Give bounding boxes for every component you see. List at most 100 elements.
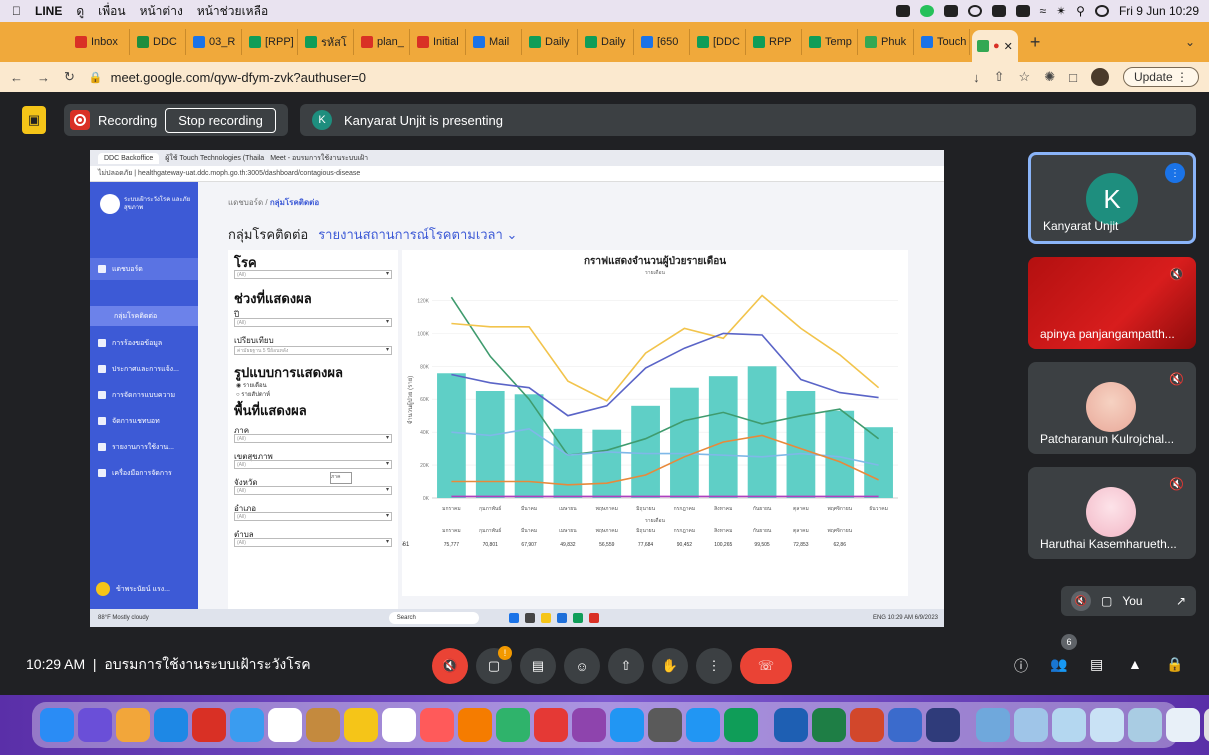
dock-app-icon[interactable] [116,708,150,742]
dock-app-icon[interactable] [154,708,188,742]
browser-tab[interactable]: [DDC [692,29,746,55]
notion-icon[interactable] [991,5,1006,17]
record-status-icon[interactable] [895,5,910,17]
menubar-app-name[interactable]: LINE [35,4,62,18]
lock-icon[interactable]: 🔒 [89,71,103,84]
expand-icon[interactable]: ↗ [1176,594,1186,608]
taskbar-tray[interactable]: ENG 10:29 AM 6/9/2023 [873,615,938,621]
chrome-icon[interactable] [572,613,583,623]
update-button[interactable]: Update ⋮ [1122,67,1199,87]
search-icon[interactable]: ⚲ [1076,4,1085,18]
self-view-bar[interactable]: 🔇 ▢ You ↗ [1061,586,1196,616]
dock-app-icon[interactable] [458,708,492,742]
new-tab-button[interactable]: + [1030,32,1041,53]
menubar-menu-window[interactable]: หน้าต่าง [140,2,183,21]
dock-app-icon[interactable] [344,708,378,742]
dock-app-icon[interactable] [1128,708,1162,742]
tab-close-icon[interactable]: ✕ [1004,40,1013,53]
browser-tab[interactable]: Daily [524,29,578,55]
sidebar-item-announce[interactable]: ประกาศและการแจ้ง... [90,358,198,380]
sidebar-item-request[interactable]: การร้องขอข้อมูล [90,332,198,354]
present-icon[interactable]: ▣ [22,106,46,134]
explorer-icon[interactable] [508,613,519,623]
format-radio-weekly[interactable]: ○ รายสัปดาห์ [236,389,270,399]
participant-tile-patcharanun[interactable]: 🔇 Patcharanun Kulrojchal... [1028,362,1196,454]
browser-tab[interactable]: DDC [132,29,186,55]
sidebar-item-tools[interactable]: เครื่องมือการจัดการ [90,462,198,484]
region-select[interactable]: (All) [234,434,392,443]
sidebar-item-usage[interactable]: รายงานการใช้งาน... [90,436,198,458]
url-field[interactable]: 🔒 meet.google.com/qyw-dfym-zvk?authuser=… [89,70,959,85]
subdistrict-select[interactable]: (All) [234,538,392,547]
browser-tab[interactable]: Initial [412,29,466,55]
sidebar-item-survey[interactable]: การจัดการแบบความ [90,384,198,406]
menubar-menu-view[interactable]: ดู [76,2,84,21]
captions-button[interactable]: ▤ [520,648,556,684]
emoji-button[interactable]: ☺ [564,648,600,684]
sidebar-subitem-contagious[interactable]: กลุ่มโรคติดต่อ [90,306,198,326]
camera-icon[interactable]: ▢ [1101,594,1112,608]
participant-tile-haruthai[interactable]: 🔇 Haruthai Kasemharueth... [1028,467,1196,559]
sidebar-user[interactable]: ข้าพระนัยน์ แรง... [96,582,170,596]
browser-tab[interactable]: [RPP] [244,29,298,55]
browser-tab[interactable]: Daily [580,29,634,55]
participant-tile-apinya[interactable]: 🔇 apinya panjangampatth... [1028,257,1196,349]
chat-icon[interactable]: ▤ [1090,656,1103,673]
dock-app-icon[interactable] [1204,708,1209,742]
district-select[interactable]: (All) [234,512,392,521]
more-options-button[interactable]: ⋮ [696,648,732,684]
browser-tab[interactable]: Mail [468,29,522,55]
dock-app-icon[interactable] [40,708,74,742]
raise-hand-button[interactable]: ✋ [652,648,688,684]
dock-app-icon[interactable] [572,708,606,742]
dock-app-icon[interactable] [1052,708,1086,742]
breadcrumb-root[interactable]: แดชบอร์ด [228,198,263,207]
dock-app-icon[interactable] [496,708,530,742]
compare-select[interactable]: ค่ามัธยฐาน 5 ปีย้อนหลัง [234,346,392,355]
disease-select[interactable]: (All) [234,270,392,279]
app-icon[interactable] [524,613,535,623]
bluetooth-icon[interactable]: ✴ [1056,4,1066,18]
stop-recording-button[interactable]: Stop recording [165,107,276,133]
browser-tab[interactable]: Touch [916,29,970,55]
dock-app-icon[interactable] [686,708,720,742]
report-select[interactable]: รายงานสถานการณ์โรคตามเวลา ⌄ [318,224,517,245]
menubar-datetime[interactable]: Fri 9 Jun 10:29 [1119,4,1199,18]
activities-icon[interactable]: ▲ [1128,656,1142,672]
bookmark-star-icon[interactable]: ☆ [1019,69,1031,85]
dock-app-icon[interactable] [1166,708,1200,742]
dock-app-icon[interactable] [926,708,960,742]
dock-app-icon[interactable] [420,708,454,742]
extensions-icon[interactable]: ✺ [1044,69,1055,85]
side-panel-icon[interactable]: □ [1069,70,1077,85]
dock-app-icon[interactable] [610,708,644,742]
participant-tile-kanyarat[interactable]: K ⋮ Kanyarat Unjit [1028,152,1196,244]
wifi-icon[interactable]: ≈ [1040,4,1047,18]
dock-app-icon[interactable] [382,708,416,742]
control-center-icon[interactable] [1094,5,1109,17]
province-select[interactable]: (All) [234,486,392,495]
dock-app-icon[interactable] [812,708,846,742]
monthly-patients-chart[interactable]: กราฟแสดงจำนวนผู้ป่วยรายเดือนรายเดือนจำนว… [396,250,908,596]
info-icon[interactable]: ⓘ [1014,656,1028,676]
dock-app-icon[interactable] [976,708,1010,742]
reload-icon[interactable]: ↻ [64,69,75,85]
tab-search-chevron-icon[interactable]: ⌄ [1185,35,1195,49]
download-icon[interactable]: ↓ [973,70,980,85]
profile-avatar[interactable] [1090,68,1109,86]
browser-tab[interactable]: Temp [804,29,858,55]
host-controls-icon[interactable]: 🔒 [1166,656,1183,673]
dock-app-icon[interactable] [648,708,682,742]
mic-toggle-button[interactable]: 🔇 [432,648,468,684]
dock-app-icon[interactable] [1014,708,1048,742]
sidebar-item-chatbot[interactable]: จัดการแชทบอท [90,410,198,432]
dock-app-icon[interactable] [850,708,884,742]
share-icon[interactable]: ⇧ [994,69,1005,85]
mic-off-icon[interactable]: 🔇 [1071,591,1091,611]
browser-tab[interactable]: รหัสโ [300,29,354,55]
browser-tab[interactable]: Phuk [860,29,914,55]
sidebar-item-dashboard[interactable]: แดชบอร์ด [90,258,198,280]
facetime-icon[interactable] [919,5,934,17]
folder-icon[interactable] [540,613,551,623]
people-icon[interactable]: 👥 [1050,656,1067,673]
